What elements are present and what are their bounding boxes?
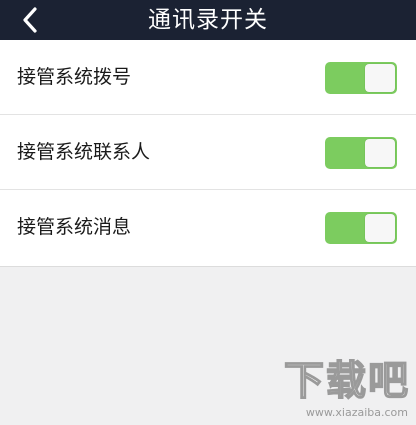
setting-label-contacts: 接管系统联系人 bbox=[17, 141, 151, 163]
toggle-knob bbox=[365, 214, 395, 242]
page-title: 通讯录开关 bbox=[148, 7, 268, 33]
setting-row-messages: 接管系统消息 bbox=[0, 190, 416, 266]
settings-list: 接管系统拨号 接管系统联系人 接管系统消息 bbox=[0, 40, 416, 267]
setting-label-messages: 接管系统消息 bbox=[17, 216, 132, 238]
setting-label-dialer: 接管系统拨号 bbox=[17, 66, 132, 88]
watermark-logo: 下载吧 bbox=[283, 358, 410, 404]
toggle-switch-contacts[interactable] bbox=[325, 137, 397, 169]
watermark: 下载吧 www.xiazaiba.com bbox=[280, 358, 410, 419]
navigation-bar: 通讯录开关 bbox=[0, 0, 416, 40]
setting-row-dialer: 接管系统拨号 bbox=[0, 40, 416, 115]
watermark-url: www.xiazaiba.com bbox=[305, 406, 408, 419]
toggle-knob bbox=[365, 64, 395, 92]
toggle-switch-messages[interactable] bbox=[325, 212, 397, 244]
setting-row-contacts: 接管系统联系人 bbox=[0, 115, 416, 190]
toggle-knob bbox=[365, 139, 395, 167]
toggle-switch-dialer[interactable] bbox=[325, 62, 397, 94]
